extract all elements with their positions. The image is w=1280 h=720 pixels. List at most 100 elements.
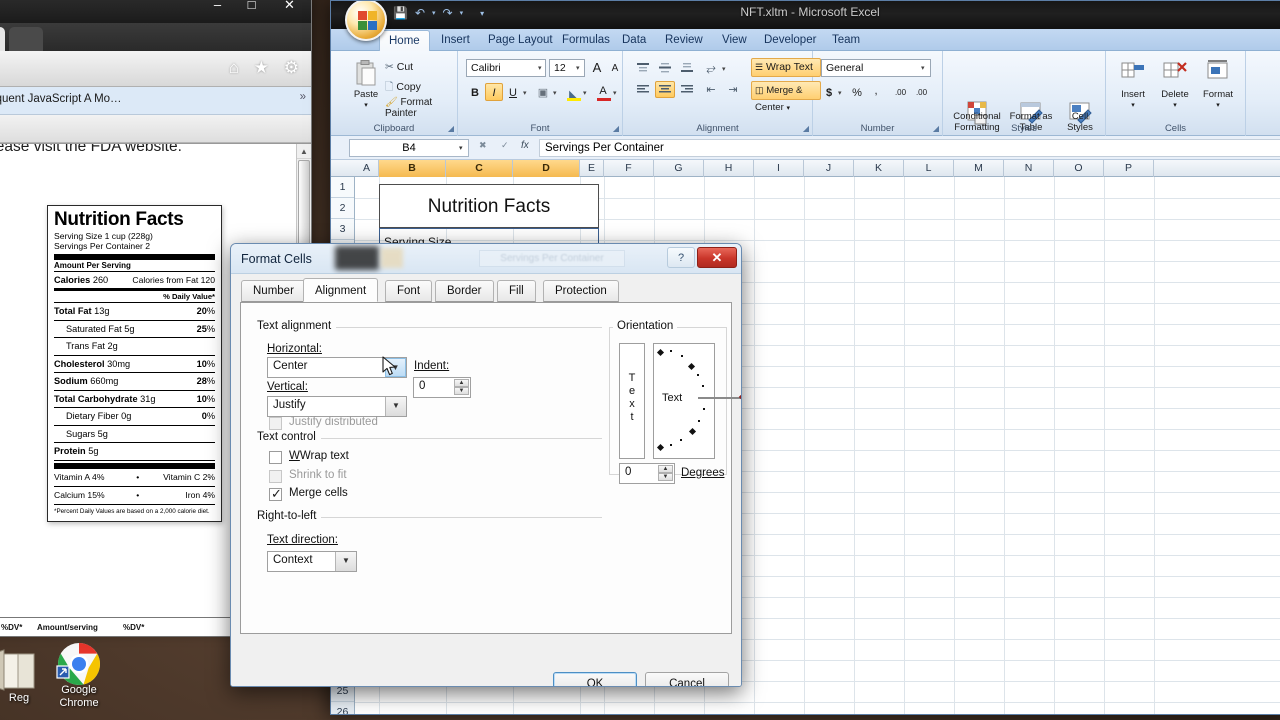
align-center-button[interactable] (655, 81, 675, 98)
bookmarks-overflow-icon[interactable]: » (300, 91, 306, 103)
dial-dot-m45[interactable] (698, 420, 700, 422)
dial-dot-m30[interactable] (703, 408, 705, 410)
align-top-button[interactable] (633, 59, 653, 76)
dial-dot-80[interactable] (670, 350, 672, 352)
dialog-tab-border[interactable]: Border (435, 280, 494, 302)
wrap-text-checkbox[interactable] (269, 451, 282, 464)
cancel-formula-icon[interactable]: ✖ (479, 140, 487, 151)
dial-dot-70[interactable] (681, 355, 683, 357)
font-name-input[interactable]: Calibri (466, 59, 546, 77)
accounting-dropdown-icon[interactable]: ▾ (838, 89, 842, 97)
column-header-L[interactable]: L (904, 160, 954, 177)
text-direction-select[interactable]: Context ▼ (267, 551, 357, 572)
delete-cells-button[interactable]: Delete ▾ (1154, 59, 1196, 111)
gear-icon[interactable]: ⚙ (284, 58, 299, 77)
merge-center-dropdown-icon[interactable]: ▾ (786, 105, 790, 112)
font-color-dropdown-icon[interactable]: ▾ (613, 89, 617, 97)
browser-tab-active[interactable]: ✕ (0, 27, 5, 51)
tab-insert[interactable]: Insert (432, 29, 479, 51)
degrees-spin-buttons[interactable]: ▲ ▼ (658, 465, 673, 482)
indent-increase-icon[interactable]: ▲ (454, 379, 469, 387)
font-size-dropdown-icon[interactable]: ▾ (576, 64, 580, 72)
fill-color-dropdown-icon[interactable]: ▾ (583, 89, 587, 97)
column-header-N[interactable]: N (1004, 160, 1054, 177)
underline-button[interactable]: U (504, 83, 522, 101)
browser-tab-inactive[interactable] (9, 27, 43, 51)
close-button[interactable]: ✕ (697, 247, 737, 268)
borders-dropdown-icon[interactable]: ▾ (553, 89, 557, 97)
text-direction-dropdown-arrow-icon[interactable]: ▼ (335, 552, 356, 571)
row-header-26[interactable]: 26 (331, 702, 354, 714)
orientation-dial[interactable]: Text (653, 343, 741, 459)
format-painter-button[interactable]: 🖌 Format Painter (385, 97, 457, 119)
dial-dot-m70[interactable] (680, 439, 682, 441)
indent-stepper[interactable]: 0 ▲ ▼ (413, 377, 471, 398)
column-header-O[interactable]: O (1054, 160, 1104, 177)
ok-button[interactable]: OK (553, 672, 637, 686)
cell-merged-nutrition-facts[interactable]: Nutrition Facts (379, 184, 599, 228)
align-left-button[interactable] (633, 81, 653, 98)
row-header-2[interactable]: 2 (331, 198, 354, 219)
column-header-I[interactable]: I (754, 160, 804, 177)
indent-spin-buttons[interactable]: ▲ ▼ (454, 379, 469, 396)
shrink-to-fit-checkbox[interactable] (269, 470, 282, 483)
align-right-button[interactable] (677, 81, 697, 98)
degrees-stepper[interactable]: 0 ▲ ▼ (619, 463, 675, 484)
dialog-tab-number[interactable]: Number (241, 280, 306, 302)
decrease-decimal-button[interactable]: .00 (912, 83, 931, 101)
dial-dot-m80[interactable] (670, 444, 672, 446)
column-header-K[interactable]: K (854, 160, 904, 177)
shrink-font-button[interactable]: A (607, 58, 623, 76)
comma-style-button[interactable]: , (868, 83, 884, 101)
font-name-dropdown-icon[interactable]: ▾ (538, 64, 542, 72)
column-header-B[interactable]: B (379, 160, 446, 177)
dial-dot-90[interactable] (656, 348, 665, 357)
indent-decrease-icon[interactable]: ▼ (454, 387, 469, 395)
dialog-tab-alignment[interactable]: Alignment (303, 278, 379, 302)
home-icon[interactable]: ⌂ (229, 58, 239, 77)
tab-team[interactable]: Team (823, 29, 869, 51)
number-dialog-launcher-icon[interactable]: ◢ (933, 124, 939, 133)
tab-view[interactable]: View (713, 29, 756, 51)
browser-close-button[interactable]: ✕ (274, 0, 305, 15)
name-box-dropdown-icon[interactable]: ▾ (459, 144, 463, 152)
column-header-C[interactable]: C (446, 160, 513, 177)
tab-home[interactable]: Home (379, 30, 430, 52)
vertical-dropdown-arrow-icon[interactable]: ▼ (385, 397, 406, 416)
tab-developer[interactable]: Developer (755, 29, 825, 51)
desktop-icon-google-chrome[interactable]: Google Chrome (42, 640, 116, 710)
cancel-button[interactable]: Cancel (645, 672, 729, 686)
column-header-E[interactable]: E (580, 160, 604, 177)
vertical-text-button[interactable]: Text (619, 343, 645, 459)
wrap-text-button[interactable]: ☰ Wrap Text (751, 58, 821, 77)
dialog-tab-fill[interactable]: Fill (497, 280, 536, 302)
column-header-G[interactable]: G (654, 160, 704, 177)
row-header-1[interactable]: 1 (331, 177, 354, 198)
dial-dot-45[interactable] (697, 374, 699, 376)
dial-dot-60[interactable] (687, 362, 696, 371)
column-header-F[interactable]: F (604, 160, 654, 177)
browser-minimize-button[interactable]: – (202, 0, 233, 15)
delete-dropdown-icon[interactable]: ▾ (1154, 100, 1196, 111)
dialog-tab-protection[interactable]: Protection (543, 280, 619, 302)
dial-dot-m60[interactable] (688, 427, 697, 436)
enter-formula-icon[interactable]: ✓ (501, 140, 509, 151)
decrease-indent-button[interactable]: ⇤ (701, 81, 721, 98)
column-header-P[interactable]: P (1104, 160, 1154, 177)
format-dropdown-icon[interactable]: ▾ (1196, 100, 1240, 111)
office-button[interactable] (345, 1, 387, 41)
degrees-decrease-icon[interactable]: ▼ (658, 473, 673, 481)
number-format-dropdown-icon[interactable]: ▾ (921, 64, 925, 72)
help-button[interactable]: ? (667, 247, 695, 268)
column-header-M[interactable]: M (954, 160, 1004, 177)
row-header-3[interactable]: 3 (331, 219, 354, 240)
dial-knob-icon[interactable] (738, 392, 741, 402)
copy-button[interactable]: 🗋 Copy (385, 79, 421, 97)
bookmark-eloquent-javascript[interactable]: Eloquent JavaScript A Mo… (0, 93, 122, 105)
align-bottom-button[interactable] (677, 59, 697, 76)
insert-function-icon[interactable]: fx (521, 140, 529, 151)
dial-dot-30[interactable] (702, 385, 704, 387)
percent-style-button[interactable]: % (849, 83, 865, 101)
orientation-dropdown-icon[interactable]: ▾ (722, 65, 726, 73)
dial-dot-m90[interactable] (656, 443, 665, 452)
